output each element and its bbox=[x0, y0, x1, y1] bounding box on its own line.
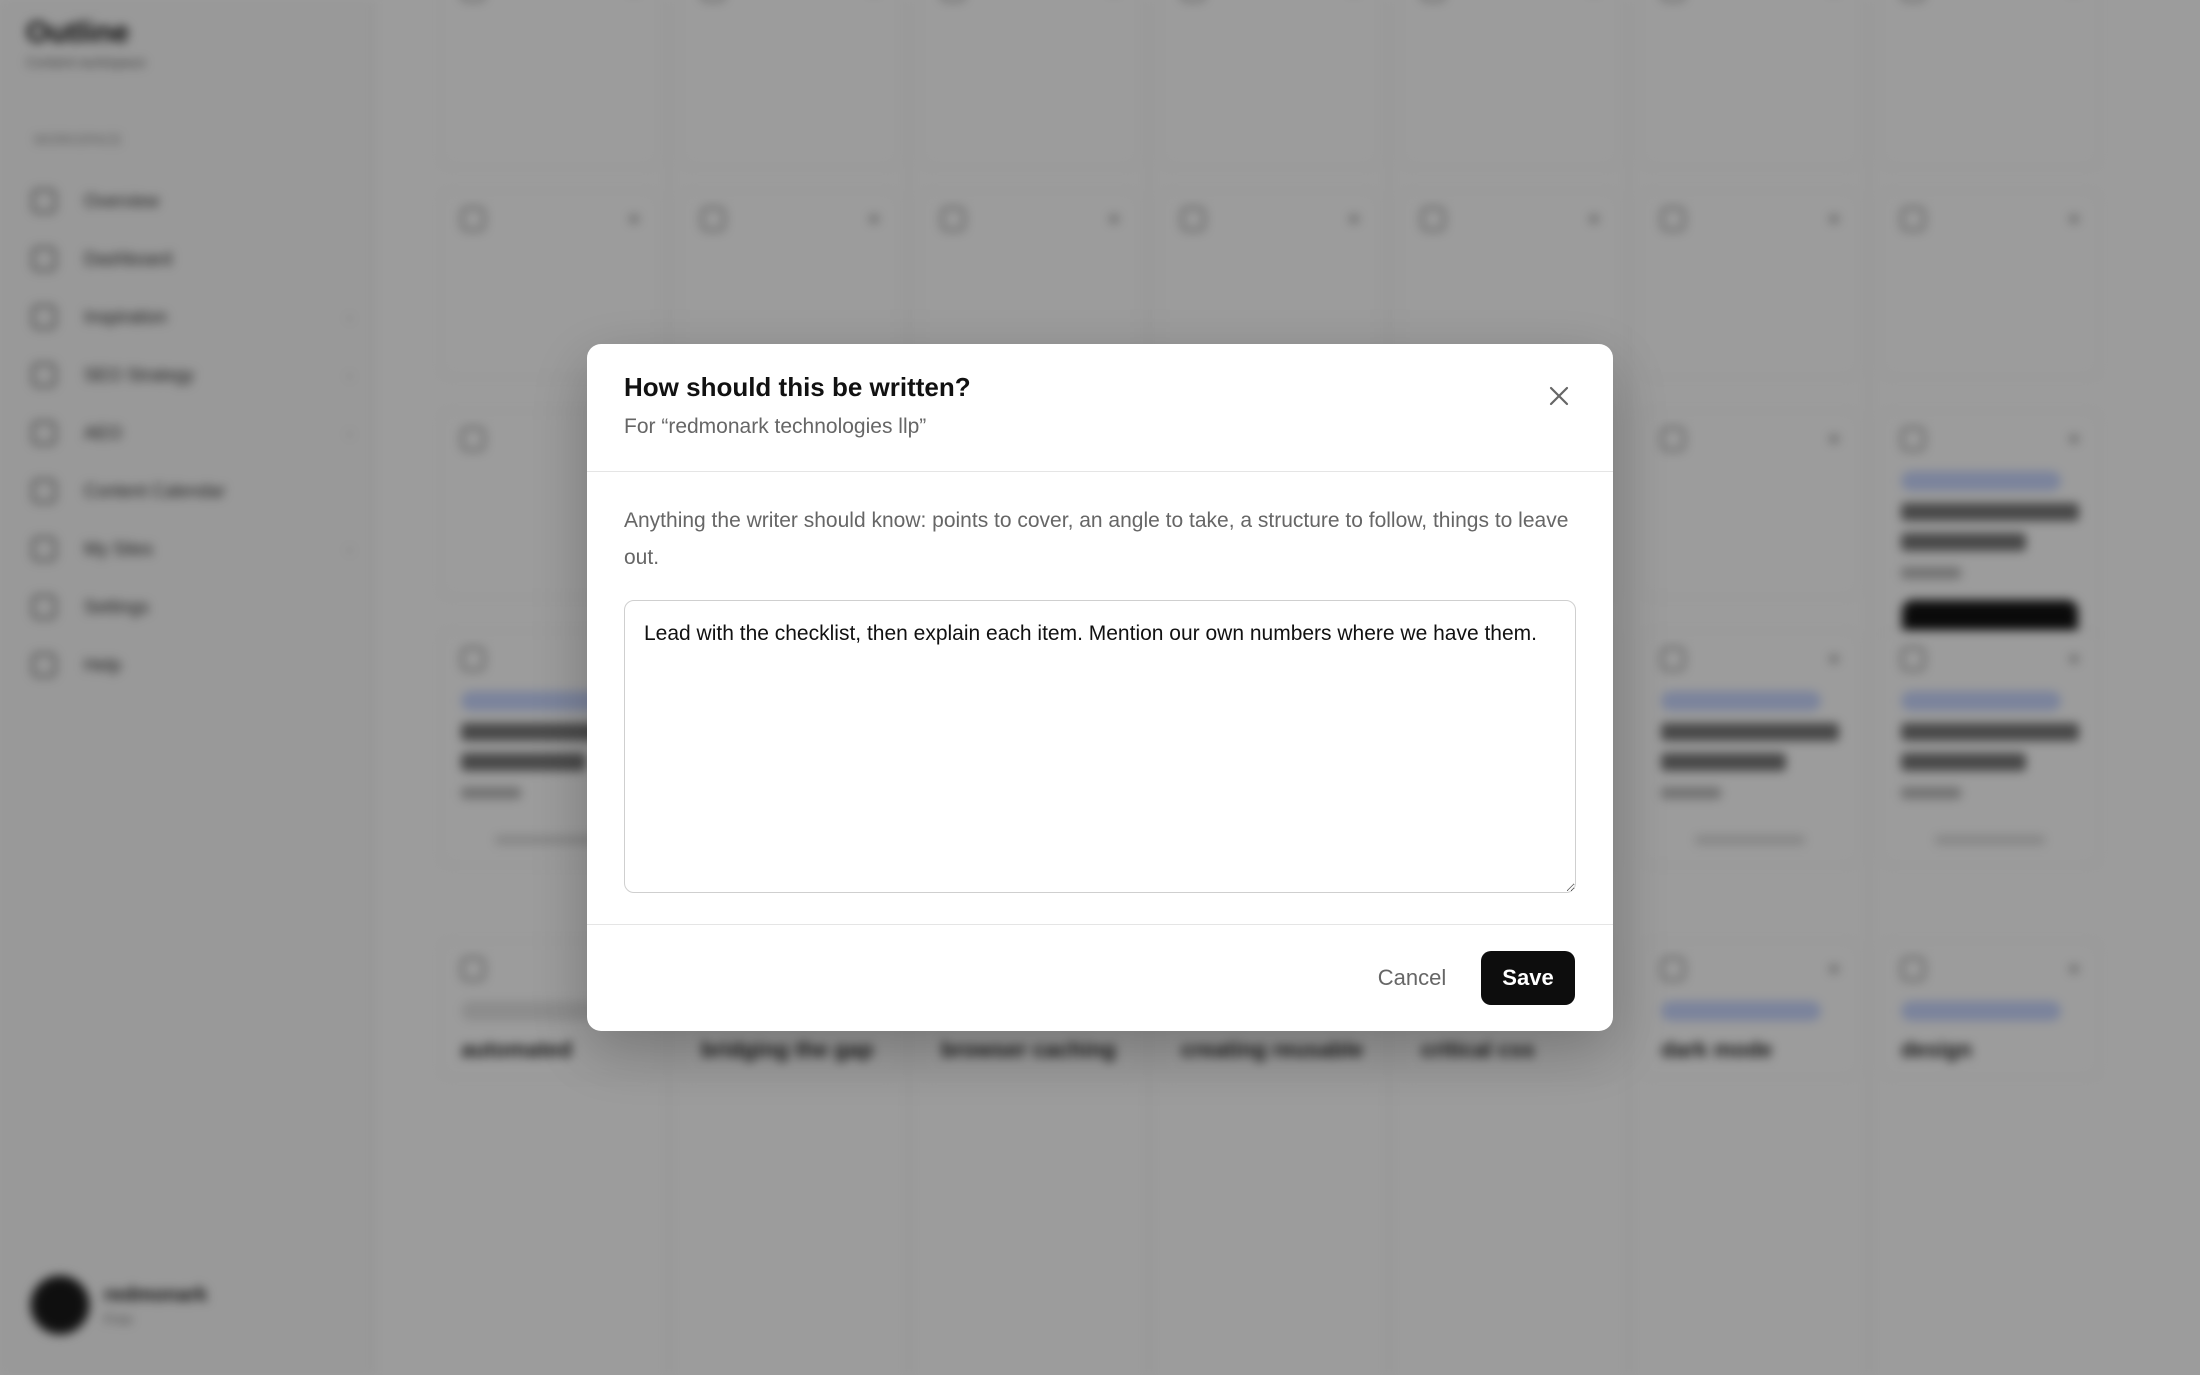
close-button[interactable] bbox=[1537, 374, 1581, 418]
dialog-title: How should this be written? bbox=[624, 372, 971, 402]
writing-instructions-dialog: How should this be written? For “redmona… bbox=[587, 344, 1613, 1031]
dialog-footer: Cancel Save bbox=[587, 924, 1613, 1031]
dialog-description: Anything the writer should know: points … bbox=[624, 509, 1569, 569]
close-icon bbox=[1549, 386, 1569, 406]
cancel-button[interactable]: Cancel bbox=[1367, 951, 1457, 1005]
dialog-subtitle: For “redmonark technologies llp” bbox=[624, 415, 927, 438]
writing-notes-textarea[interactable]: Lead with the checklist, then explain ea… bbox=[624, 600, 1576, 893]
save-button[interactable]: Save bbox=[1481, 951, 1575, 1005]
dialog-header: How should this be written? For “redmona… bbox=[587, 344, 1613, 472]
